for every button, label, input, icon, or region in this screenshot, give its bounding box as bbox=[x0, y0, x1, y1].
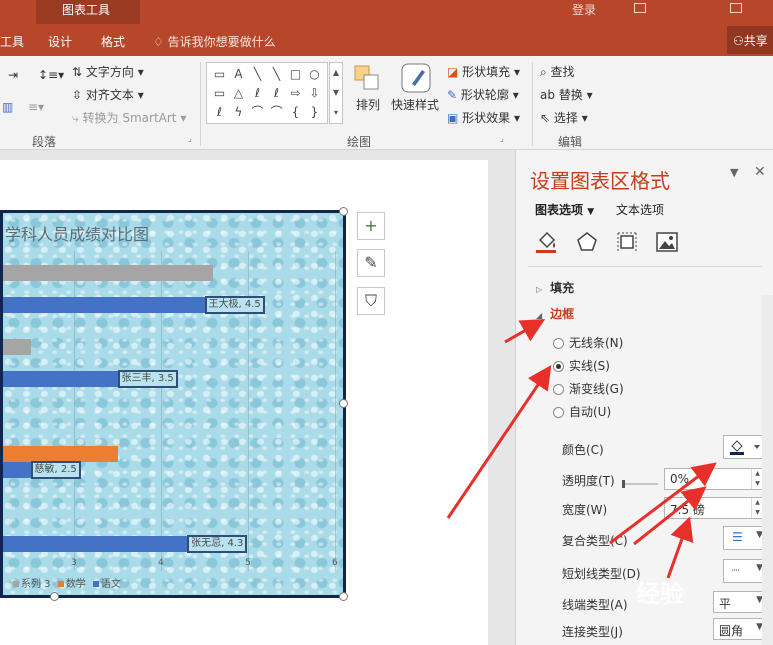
annotation-arrows bbox=[446, 319, 717, 579]
